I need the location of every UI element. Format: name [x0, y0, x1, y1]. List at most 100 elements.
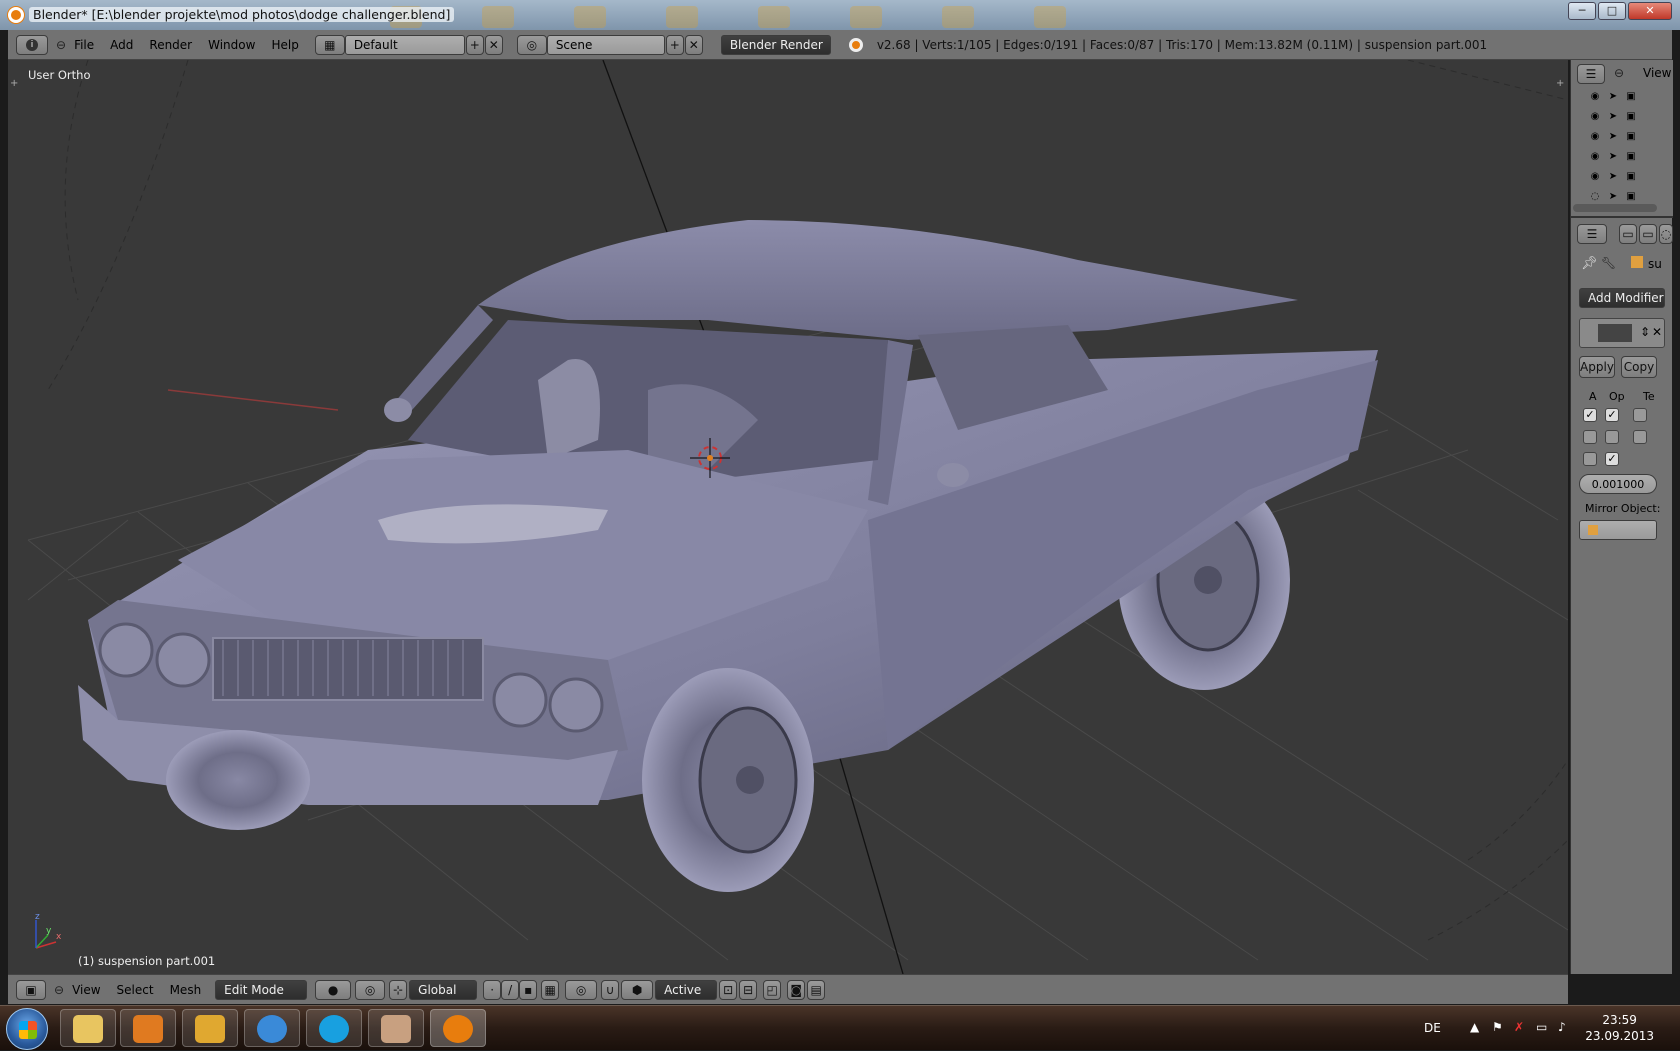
- eye-icon[interactable]: ◉: [1589, 91, 1601, 103]
- cursor-icon[interactable]: ➤: [1607, 111, 1619, 123]
- eye-icon[interactable]: ◉: [1589, 171, 1601, 183]
- skype-taskbar-button[interactable]: [306, 1009, 362, 1047]
- mirror-object-field[interactable]: [1579, 520, 1657, 540]
- render-opengl-icon[interactable]: ◰: [763, 979, 782, 1000]
- axis-y-checkbox[interactable]: [1583, 430, 1597, 444]
- scene-field[interactable]: Scene: [546, 34, 665, 55]
- maximize-button[interactable]: □: [1598, 2, 1626, 20]
- media-player-taskbar-button[interactable]: [120, 1009, 176, 1047]
- outliner-editor-type-button[interactable]: ☰: [1577, 64, 1605, 84]
- proportional-editing-select[interactable]: ◎: [565, 979, 598, 1000]
- eye-icon[interactable]: ◉: [1589, 151, 1601, 163]
- render-icon[interactable]: ▣: [1625, 111, 1637, 123]
- outliner[interactable]: ☰ ⊖ View ◉ ➤ ▣ ◉ ➤ ▣ ◉ ➤ ▣ ◉ ➤ ▣ ◉ ➤ ▣ ◌ ➤ ▣: [1571, 60, 1673, 218]
- add-modifier-button[interactable]: Add Modifier: [1579, 288, 1665, 308]
- start-button[interactable]: [6, 1008, 48, 1050]
- render-icon[interactable]: ▣: [1625, 151, 1637, 163]
- internet-explorer-taskbar-button[interactable]: [244, 1009, 300, 1047]
- vertex-select-button[interactable]: ·: [483, 979, 502, 1000]
- manipulator-toggle[interactable]: ⊹: [389, 979, 408, 1000]
- snap-toggle[interactable]: ∪: [601, 979, 620, 1000]
- app-taskbar-button[interactable]: [182, 1009, 238, 1047]
- collapse-menus-icon[interactable]: ⊖: [1614, 66, 1624, 80]
- scene-tab-icon[interactable]: ◌: [1659, 224, 1673, 244]
- cursor-icon[interactable]: ➤: [1607, 191, 1619, 203]
- mirror-u-checkbox[interactable]: [1633, 408, 1647, 422]
- network-error-icon[interactable]: ✗: [1514, 1020, 1524, 1034]
- cursor-icon[interactable]: ➤: [1607, 91, 1619, 103]
- clipping-checkbox[interactable]: [1605, 430, 1619, 444]
- screen-layout-icon[interactable]: ▦: [314, 34, 345, 55]
- paint-taskbar-button[interactable]: [368, 1009, 424, 1047]
- screen-layout-field[interactable]: Default: [344, 34, 465, 55]
- render-animation-icon[interactable]: ▤: [807, 979, 826, 1000]
- menu-window[interactable]: Window: [208, 38, 255, 52]
- remove-scene-button[interactable]: ✕: [684, 34, 703, 55]
- modifier-delete-icon[interactable]: ✕: [1652, 325, 1662, 339]
- collapse-menus-icon[interactable]: ⊖: [56, 38, 66, 52]
- display-icon[interactable]: ▭: [1536, 1020, 1547, 1034]
- eye-icon[interactable]: ◌: [1589, 191, 1601, 203]
- project-elements-button[interactable]: ⊟: [739, 979, 758, 1000]
- copy-button[interactable]: Copy: [1621, 356, 1657, 378]
- axis-x-checkbox[interactable]: ✓: [1583, 408, 1597, 422]
- mirror-v-checkbox[interactable]: [1633, 430, 1647, 444]
- eye-icon[interactable]: ◉: [1589, 111, 1601, 123]
- edge-select-button[interactable]: /: [501, 979, 520, 1000]
- menu-help[interactable]: Help: [271, 38, 298, 52]
- face-select-button[interactable]: ▪: [519, 979, 538, 1000]
- menu-file[interactable]: File: [74, 38, 94, 52]
- region-plus-icon[interactable]: +: [10, 78, 18, 89]
- align-rotation-button[interactable]: ⊡: [719, 979, 738, 1000]
- outliner-horizontal-scrollbar[interactable]: [1573, 204, 1657, 212]
- minimize-button[interactable]: ─: [1568, 2, 1596, 20]
- menu-mesh[interactable]: Mesh: [170, 983, 202, 997]
- pivot-point-select[interactable]: ◎: [355, 979, 386, 1000]
- mode-select[interactable]: Edit Mode: [215, 979, 308, 1000]
- show-hidden-icons-icon[interactable]: ▲: [1470, 1020, 1479, 1034]
- remove-layout-button[interactable]: ✕: [484, 34, 503, 55]
- 3d-viewport[interactable]: z x y + + User Ortho (1) suspension part…: [8, 60, 1568, 974]
- apply-button[interactable]: Apply: [1579, 356, 1615, 378]
- outliner-view-menu[interactable]: View: [1643, 66, 1671, 80]
- occlude-geometry-button[interactable]: ▦: [541, 979, 560, 1000]
- render-engine-select[interactable]: Blender Render: [720, 34, 831, 55]
- render-icon[interactable]: ▣: [1625, 91, 1637, 103]
- vertex-groups-checkbox[interactable]: ✓: [1605, 452, 1619, 466]
- close-button[interactable]: ✕: [1628, 2, 1672, 20]
- menu-view[interactable]: View: [72, 983, 100, 997]
- collapse-menus-icon[interactable]: ⊖: [54, 983, 64, 997]
- editor-type-button[interactable]: ▣: [16, 979, 46, 1000]
- render-icon[interactable]: ▣: [1625, 171, 1637, 183]
- add-layout-button[interactable]: +: [465, 34, 484, 55]
- axis-z-checkbox[interactable]: [1583, 452, 1597, 466]
- snap-target-select[interactable]: Active: [655, 979, 718, 1000]
- merge-checkbox[interactable]: ✓: [1605, 408, 1619, 422]
- cursor-icon[interactable]: ➤: [1607, 151, 1619, 163]
- snap-element-select[interactable]: ⬢: [621, 979, 654, 1000]
- menu-add[interactable]: Add: [110, 38, 133, 52]
- editor-type-button[interactable]: i: [16, 34, 48, 55]
- clock[interactable]: 23:59 23.09.2013: [1585, 1012, 1654, 1044]
- volume-icon[interactable]: ♪: [1558, 1020, 1566, 1034]
- language-indicator[interactable]: DE: [1424, 1021, 1441, 1035]
- action-center-icon[interactable]: ⚑: [1492, 1020, 1503, 1034]
- eye-icon[interactable]: ◉: [1589, 131, 1601, 143]
- blender-taskbar-button[interactable]: [430, 1009, 486, 1047]
- viewport-shading-select[interactable]: ●: [315, 979, 352, 1000]
- add-scene-button[interactable]: +: [665, 34, 684, 55]
- region-plus-icon[interactable]: +: [1556, 78, 1564, 89]
- cursor-icon[interactable]: ➤: [1607, 171, 1619, 183]
- render-icon[interactable]: ▣: [1625, 131, 1637, 143]
- render-icon[interactable]: ▣: [1625, 191, 1637, 203]
- properties-editor-type-button[interactable]: ☰: [1577, 224, 1607, 244]
- transform-orientation-select[interactable]: Global: [409, 979, 478, 1000]
- render-layers-tab-icon[interactable]: ▭: [1639, 224, 1657, 244]
- modifier-visibility-icon[interactable]: ⇕: [1640, 325, 1650, 339]
- cursor-icon[interactable]: ➤: [1607, 131, 1619, 143]
- pin-icon[interactable]: 📌︎: [1581, 256, 1598, 271]
- merge-limit-field[interactable]: 0.001000: [1579, 474, 1657, 494]
- scene-icon[interactable]: ◎: [516, 34, 547, 55]
- render-camera-icon[interactable]: ◙: [787, 979, 806, 1000]
- menu-select[interactable]: Select: [117, 983, 154, 997]
